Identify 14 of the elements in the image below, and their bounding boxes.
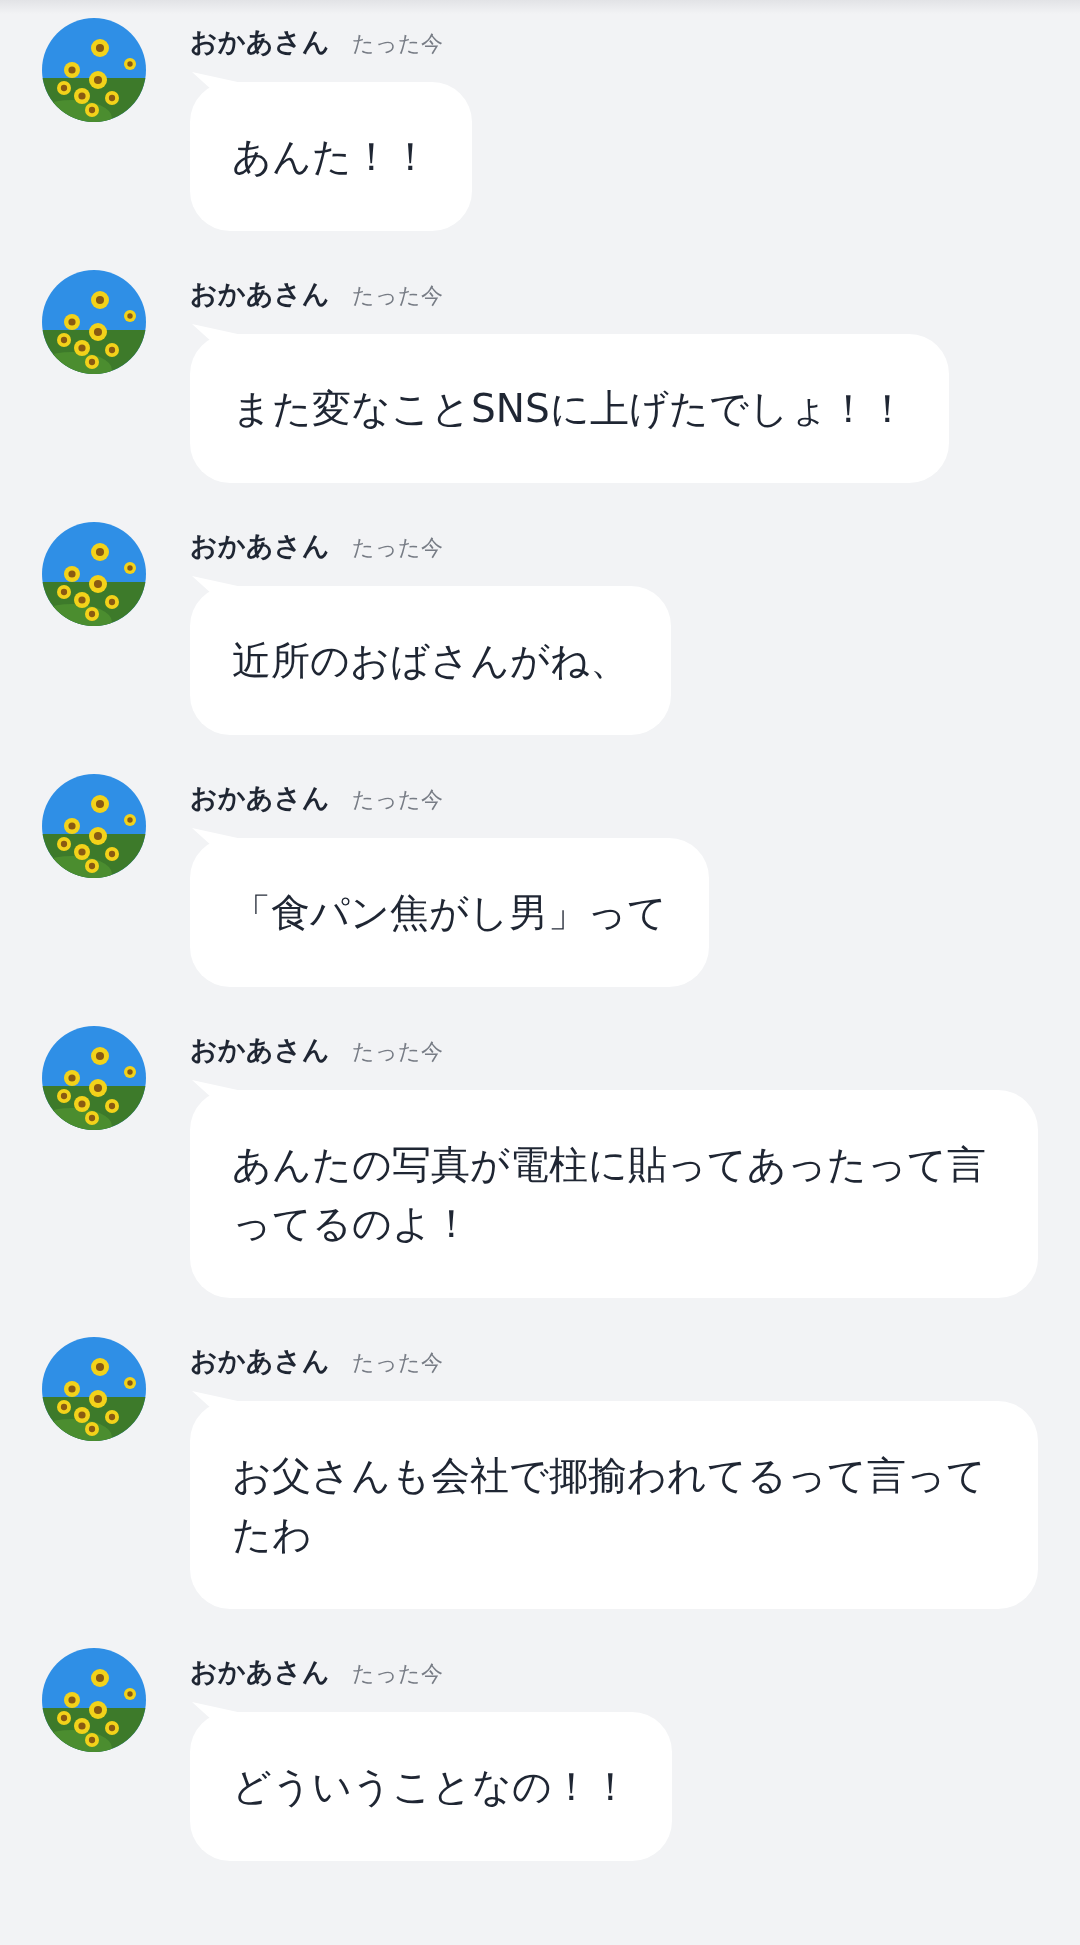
- message-time: たった今: [352, 1660, 443, 1688]
- sender-name: おかあさん: [190, 1655, 330, 1689]
- sender-name: おかあさん: [190, 529, 330, 563]
- message-time: たった今: [352, 1038, 443, 1066]
- sender-name: おかあさん: [190, 1033, 330, 1067]
- sender-name: おかあさん: [190, 277, 330, 311]
- message-time: たった今: [352, 534, 443, 562]
- message-time: たった今: [352, 30, 443, 58]
- message-time: たった今: [352, 1349, 443, 1377]
- sender-name: おかあさん: [190, 781, 330, 815]
- message-time: たった今: [352, 786, 443, 814]
- sender-name: おかあさん: [190, 1344, 330, 1378]
- sender-name: おかあさん: [190, 25, 330, 59]
- message-time: たった今: [352, 282, 443, 310]
